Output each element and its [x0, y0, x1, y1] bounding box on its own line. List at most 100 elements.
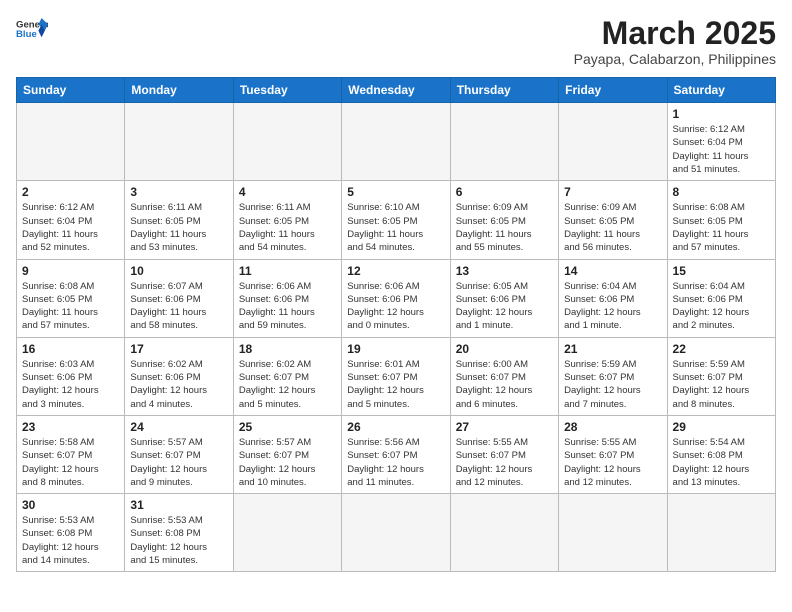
- logo: General Blue: [16, 16, 48, 44]
- calendar-week-row: 9 Sunrise: 6:08 AMSunset: 6:05 PMDaylight…: [17, 259, 776, 337]
- day-info: Sunrise: 5:53 AMSunset: 6:08 PMDaylight:…: [130, 514, 227, 567]
- day-number: 6: [456, 185, 553, 199]
- calendar-day-cell: [450, 494, 558, 572]
- day-number: 20: [456, 342, 553, 356]
- calendar-day-cell: [125, 103, 233, 181]
- calendar-day-cell: 28Sunrise: 5:55 AMSunset: 6:07 PMDayligh…: [559, 415, 667, 493]
- day-info: Sunrise: 6:04 AMSunset: 6:06 PMDaylight:…: [673, 280, 770, 333]
- day-info: Sunrise: 5:56 AMSunset: 6:07 PMDaylight:…: [347, 436, 444, 489]
- day-number: 15: [673, 264, 770, 278]
- day-info: Sunrise: 6:10 AMSunset: 6:05 PMDaylight:…: [347, 201, 444, 254]
- calendar-day-cell: 17 Sunrise: 6:02 AMSunset: 6:06 PMDayligh…: [125, 337, 233, 415]
- day-info: Sunrise: 6:06 AMSunset: 6:06 PMDaylight:…: [347, 280, 444, 333]
- calendar-day-cell: [559, 103, 667, 181]
- day-number: 3: [130, 185, 227, 199]
- calendar-week-row: 30 Sunrise: 5:53 AMSunset: 6:08 PMDayligh…: [17, 494, 776, 572]
- svg-text:Blue: Blue: [16, 29, 37, 40]
- calendar-week-row: 23 Sunrise: 5:58 AMSunset: 6:07 PMDayligh…: [17, 415, 776, 493]
- calendar-day-cell: 25 Sunrise: 5:57 AMSunset: 6:07 PMDayligh…: [233, 415, 341, 493]
- day-number: 10: [130, 264, 227, 278]
- weekday-header-wednesday: Wednesday: [342, 78, 450, 103]
- day-number: 21: [564, 342, 661, 356]
- calendar-day-cell: [342, 494, 450, 572]
- day-number: 11: [239, 264, 336, 278]
- calendar-day-cell: [233, 103, 341, 181]
- calendar-day-cell: 20 Sunrise: 6:00 AMSunset: 6:07 PMDayligh…: [450, 337, 558, 415]
- calendar-day-cell: 3Sunrise: 6:11 AMSunset: 6:05 PMDaylight…: [125, 181, 233, 259]
- day-number: 27: [456, 420, 553, 434]
- calendar-day-cell: 13 Sunrise: 6:05 AMSunset: 6:06 PMDayligh…: [450, 259, 558, 337]
- day-info: Sunrise: 6:04 AMSunset: 6:06 PMDaylight:…: [564, 280, 661, 333]
- calendar-day-cell: 12 Sunrise: 6:06 AMSunset: 6:06 PMDayligh…: [342, 259, 450, 337]
- calendar-week-row: 2 Sunrise: 6:12 AMSunset: 6:04 PMDaylight…: [17, 181, 776, 259]
- day-number: 17: [130, 342, 227, 356]
- calendar-day-cell: 26Sunrise: 5:56 AMSunset: 6:07 PMDayligh…: [342, 415, 450, 493]
- day-info: Sunrise: 6:02 AMSunset: 6:07 PMDaylight:…: [239, 358, 336, 411]
- weekday-header-saturday: Saturday: [667, 78, 775, 103]
- calendar-day-cell: [559, 494, 667, 572]
- calendar-day-cell: 24Sunrise: 5:57 AMSunset: 6:07 PMDayligh…: [125, 415, 233, 493]
- calendar-day-cell: 4 Sunrise: 6:11 AMSunset: 6:05 PMDaylight…: [233, 181, 341, 259]
- day-info: Sunrise: 5:55 AMSunset: 6:07 PMDaylight:…: [456, 436, 553, 489]
- day-info: Sunrise: 6:00 AMSunset: 6:07 PMDaylight:…: [456, 358, 553, 411]
- calendar-table: SundayMondayTuesdayWednesdayThursdayFrid…: [16, 77, 776, 572]
- calendar-day-cell: 8 Sunrise: 6:08 AMSunset: 6:05 PMDaylight…: [667, 181, 775, 259]
- calendar-day-cell: 21Sunrise: 5:59 AMSunset: 6:07 PMDayligh…: [559, 337, 667, 415]
- day-info: Sunrise: 5:59 AMSunset: 6:07 PMDaylight:…: [673, 358, 770, 411]
- day-number: 1: [673, 107, 770, 121]
- day-info: Sunrise: 6:02 AMSunset: 6:06 PMDaylight:…: [130, 358, 227, 411]
- calendar-day-cell: [667, 494, 775, 572]
- calendar-week-row: 1 Sunrise: 6:12 AMSunset: 6:04 PMDaylight…: [17, 103, 776, 181]
- day-number: 13: [456, 264, 553, 278]
- day-info: Sunrise: 6:12 AMSunset: 6:04 PMDaylight:…: [22, 201, 119, 254]
- calendar-day-cell: 31 Sunrise: 5:53 AMSunset: 6:08 PMDayligh…: [125, 494, 233, 572]
- day-number: 4: [239, 185, 336, 199]
- day-number: 24: [130, 420, 227, 434]
- day-info: Sunrise: 6:09 AMSunset: 6:05 PMDaylight:…: [456, 201, 553, 254]
- calendar-week-row: 16 Sunrise: 6:03 AMSunset: 6:06 PMDayligh…: [17, 337, 776, 415]
- calendar-day-cell: 10 Sunrise: 6:07 AMSunset: 6:06 PMDayligh…: [125, 259, 233, 337]
- calendar-day-cell: 2 Sunrise: 6:12 AMSunset: 6:04 PMDaylight…: [17, 181, 125, 259]
- day-number: 30: [22, 498, 119, 512]
- weekday-header-thursday: Thursday: [450, 78, 558, 103]
- day-info: Sunrise: 5:53 AMSunset: 6:08 PMDaylight:…: [22, 514, 119, 567]
- day-number: 18: [239, 342, 336, 356]
- page-header: General Blue March 2025 Payapa, Calabarz…: [16, 16, 776, 67]
- day-number: 23: [22, 420, 119, 434]
- day-number: 5: [347, 185, 444, 199]
- day-info: Sunrise: 6:05 AMSunset: 6:06 PMDaylight:…: [456, 280, 553, 333]
- day-info: Sunrise: 6:08 AMSunset: 6:05 PMDaylight:…: [673, 201, 770, 254]
- calendar-day-cell: 11Sunrise: 6:06 AMSunset: 6:06 PMDayligh…: [233, 259, 341, 337]
- day-number: 29: [673, 420, 770, 434]
- day-info: Sunrise: 5:58 AMSunset: 6:07 PMDaylight:…: [22, 436, 119, 489]
- day-number: 7: [564, 185, 661, 199]
- calendar-day-cell: 18 Sunrise: 6:02 AMSunset: 6:07 PMDayligh…: [233, 337, 341, 415]
- calendar-day-cell: [17, 103, 125, 181]
- calendar-day-cell: 23 Sunrise: 5:58 AMSunset: 6:07 PMDayligh…: [17, 415, 125, 493]
- day-info: Sunrise: 6:03 AMSunset: 6:06 PMDaylight:…: [22, 358, 119, 411]
- calendar-day-cell: [450, 103, 558, 181]
- day-info: Sunrise: 6:12 AMSunset: 6:04 PMDaylight:…: [673, 123, 770, 176]
- day-number: 25: [239, 420, 336, 434]
- weekday-header-sunday: Sunday: [17, 78, 125, 103]
- day-number: 12: [347, 264, 444, 278]
- day-number: 19: [347, 342, 444, 356]
- generalblue-icon: General Blue: [16, 16, 48, 44]
- weekday-header-friday: Friday: [559, 78, 667, 103]
- day-info: Sunrise: 6:07 AMSunset: 6:06 PMDaylight:…: [130, 280, 227, 333]
- day-number: 31: [130, 498, 227, 512]
- calendar-day-cell: 27 Sunrise: 5:55 AMSunset: 6:07 PMDayligh…: [450, 415, 558, 493]
- calendar-day-cell: 29Sunrise: 5:54 AMSunset: 6:08 PMDayligh…: [667, 415, 775, 493]
- weekday-header-tuesday: Tuesday: [233, 78, 341, 103]
- calendar-day-cell: 9 Sunrise: 6:08 AMSunset: 6:05 PMDaylight…: [17, 259, 125, 337]
- title-area: March 2025 Payapa, Calabarzon, Philippin…: [574, 16, 776, 67]
- day-number: 8: [673, 185, 770, 199]
- day-info: Sunrise: 5:57 AMSunset: 6:07 PMDaylight:…: [239, 436, 336, 489]
- day-number: 9: [22, 264, 119, 278]
- calendar-day-cell: 14Sunrise: 6:04 AMSunset: 6:06 PMDayligh…: [559, 259, 667, 337]
- day-info: Sunrise: 6:08 AMSunset: 6:05 PMDaylight:…: [22, 280, 119, 333]
- calendar-day-cell: [342, 103, 450, 181]
- day-info: Sunrise: 6:11 AMSunset: 6:05 PMDaylight:…: [239, 201, 336, 254]
- day-number: 2: [22, 185, 119, 199]
- day-number: 16: [22, 342, 119, 356]
